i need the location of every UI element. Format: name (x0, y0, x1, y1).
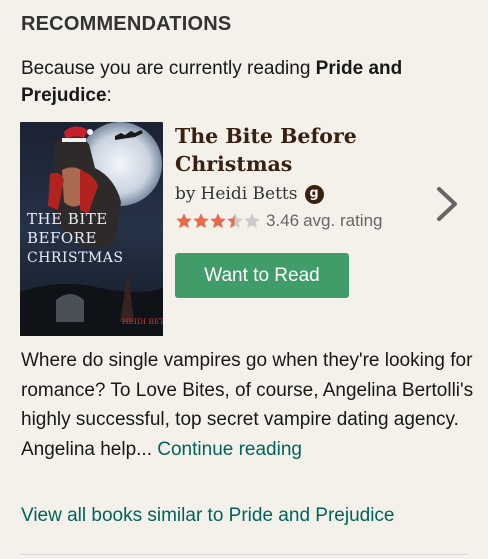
star-icon (244, 213, 260, 229)
reason-prefix: Because you are currently reading (21, 58, 316, 79)
section-title: RECOMMENDATIONS (21, 13, 232, 35)
rating-line: 3.46 avg. rating (175, 211, 382, 231)
chevron-right-icon[interactable] (435, 185, 459, 223)
by-label: by (175, 184, 196, 204)
author-name[interactable]: Heidi Betts (201, 184, 298, 204)
rating-text: 3.46 avg. rating (266, 211, 382, 231)
star-icon (176, 213, 192, 229)
book-title[interactable]: The Bite Before Christmas (175, 122, 425, 178)
book-cover[interactable]: THE BITE BEFORE CHRISTMAS HEIDI BETTS (20, 122, 163, 336)
continue-reading-link[interactable]: Continue reading (157, 439, 302, 460)
book-description: Where do single vampires go when they're… (21, 346, 477, 464)
rating-value: 3.46 (266, 211, 300, 230)
star-icon (193, 213, 209, 229)
star-icon (210, 213, 226, 229)
cover-title-line-2: BEFORE (27, 229, 97, 247)
rating-suffix: avg. rating (303, 211, 383, 230)
want-to-read-button[interactable]: Want to Read (175, 253, 349, 298)
divider (21, 554, 467, 555)
recommendation-reason: Because you are currently reading Pride … (21, 55, 461, 109)
cover-author: HEIDI BETTS (122, 317, 163, 326)
author-line: by Heidi Betts g (175, 184, 324, 204)
cover-title-line-3: CHRISTMAS (27, 250, 123, 266)
star-icon (227, 213, 243, 229)
star-rating (175, 212, 260, 230)
goodreads-author-icon: g (304, 184, 324, 204)
reason-suffix: : (106, 85, 112, 106)
cover-title-line-1: THE BITE (27, 210, 108, 228)
view-all-similar-link[interactable]: View all books similar to Pride and Prej… (21, 505, 395, 527)
